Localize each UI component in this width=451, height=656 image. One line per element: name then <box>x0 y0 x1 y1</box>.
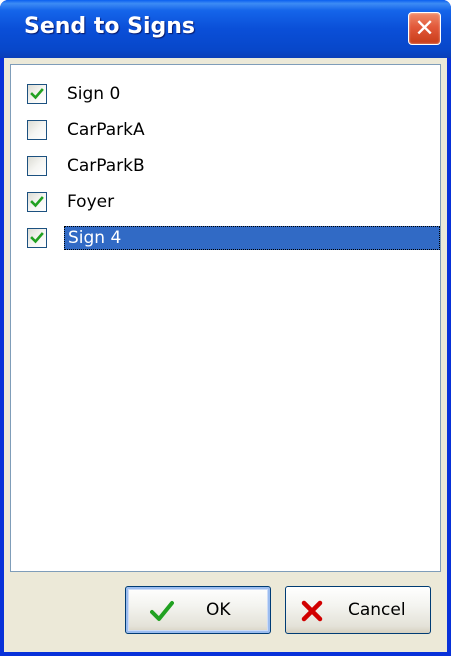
cancel-button-label: Cancel <box>348 600 406 620</box>
signs-checklist[interactable]: Sign 0 CarParkA CarParkB Foyer Sign 4 <box>10 64 441 572</box>
list-item-label: Sign 4 <box>64 226 440 250</box>
list-item-carparkb[interactable]: CarParkB <box>11 147 440 179</box>
close-button[interactable]: ✕ <box>408 12 441 45</box>
close-icon: ✕ <box>414 14 435 42</box>
list-item-label: CarParkA <box>67 120 145 140</box>
dialog-title: Send to Signs <box>24 14 196 39</box>
cancel-button[interactable]: Cancel <box>285 586 431 634</box>
list-item-label: CarParkB <box>67 156 145 176</box>
list-item-carparka[interactable]: CarParkA <box>11 111 440 143</box>
ok-button[interactable]: OK <box>125 586 271 634</box>
dialog-body: Sign 0 CarParkA CarParkB Foyer Sign 4 OK… <box>4 58 447 652</box>
checkmark-icon <box>30 196 44 208</box>
send-to-signs-dialog: Send to Signs ✕ Sign 0 CarParkA CarParkB… <box>0 0 451 656</box>
checkbox-foyer[interactable] <box>27 192 47 212</box>
x-icon <box>301 600 323 622</box>
button-bar: OK Cancel <box>4 572 447 652</box>
ok-button-label: OK <box>206 600 231 620</box>
title-bar[interactable]: Send to Signs ✕ <box>0 0 451 58</box>
list-item-sign-4[interactable]: Sign 4 <box>11 219 440 251</box>
list-item-foyer[interactable]: Foyer <box>11 183 440 215</box>
list-item-sign-0[interactable]: Sign 0 <box>11 75 440 107</box>
checkbox-sign-0[interactable] <box>27 84 47 104</box>
checkmark-icon <box>30 232 44 244</box>
checkbox-carparkb[interactable] <box>27 156 47 176</box>
checkbox-sign-4[interactable] <box>27 228 47 248</box>
list-item-label: Sign 0 <box>67 84 121 104</box>
checkbox-carparka[interactable] <box>27 120 47 140</box>
list-item-label: Foyer <box>67 192 115 212</box>
check-icon <box>150 601 174 621</box>
checkmark-icon <box>30 88 44 100</box>
